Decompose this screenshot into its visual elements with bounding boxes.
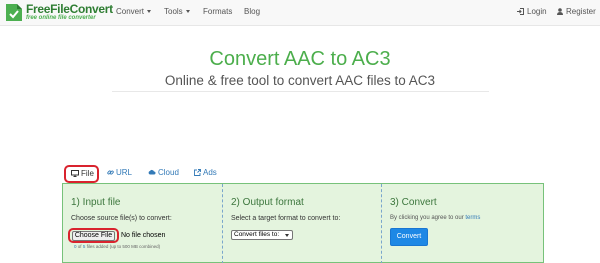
monitor-icon [71, 170, 79, 177]
user-icon [557, 8, 563, 15]
page-subtitle: Online & free tool to convert AAC files … [164, 73, 436, 88]
files-of: of [77, 244, 82, 249]
nav-tools-label: Tools [164, 7, 183, 16]
tab-file-label: File [81, 169, 94, 178]
logo-icon [6, 4, 22, 21]
tab-ads[interactable]: Ads [194, 168, 217, 177]
output-format-select[interactable]: Convert files to: [231, 230, 293, 240]
navbar: FreeFileConvert free online file convert… [0, 0, 600, 26]
terms-agreement: By clicking you agree to our terms [390, 215, 480, 221]
tab-url[interactable]: URL [107, 168, 132, 177]
link-icon [107, 170, 114, 175]
nav-convert[interactable]: Convert [116, 7, 152, 16]
converter-panel: 1) Input file Choose source file(s) to c… [62, 183, 544, 263]
files-count: 0 [74, 244, 77, 249]
output-format-instruction: Select a target format to convert to: [231, 215, 341, 222]
tab-ads-label: Ads [203, 168, 217, 177]
terms-agreement-text: By clicking you agree to our [390, 215, 464, 221]
logo[interactable]: FreeFileConvert free online file convert… [4, 2, 114, 24]
input-file-instruction: Choose source file(s) to convert: [71, 215, 172, 222]
terms-link[interactable]: terms [465, 215, 480, 221]
nav-convert-label: Convert [116, 7, 145, 16]
hero: Convert AAC to AC3 Online & free tool to… [0, 26, 600, 100]
chevron-down-icon [285, 234, 289, 237]
choose-file-button[interactable]: Choose File [72, 231, 115, 241]
files-added-note: 0 of 5 files added (up to 500 MB combine… [74, 244, 160, 249]
cloud-icon [148, 169, 156, 175]
input-file-section: 1) Input file Choose source file(s) to c… [63, 184, 222, 263]
nav-login-label: Login [527, 7, 547, 16]
page-title: Convert AAC to AC3 [209, 48, 391, 70]
choose-file-highlight: Choose File [68, 228, 119, 243]
file-status: No file chosen [121, 232, 166, 239]
output-format-section: 2) Output format Select a target format … [222, 184, 381, 263]
login-icon [517, 8, 524, 15]
divider [112, 91, 489, 92]
logo-tagline: free online file converter [26, 15, 96, 21]
tab-cloud-label: Cloud [158, 168, 179, 177]
nav-register-label: Register [566, 7, 596, 16]
nav-tools[interactable]: Tools [164, 7, 190, 16]
output-format-select-value: Convert files to: [234, 231, 280, 238]
nav-register[interactable]: Register [557, 7, 596, 16]
nav-login[interactable]: Login [517, 7, 547, 16]
convert-section: 3) Convert By clicking you agree to our … [381, 184, 545, 263]
convert-button[interactable]: Convert [390, 228, 428, 246]
input-file-heading: 1) Input file [71, 197, 121, 208]
tab-url-label: URL [116, 168, 133, 177]
nav-blog[interactable]: Blog [244, 7, 260, 16]
output-format-heading: 2) Output format [231, 197, 304, 208]
files-note-text: files added (up to 500 MB combined) [86, 244, 161, 249]
convert-heading: 3) Convert [390, 197, 437, 208]
tab-file[interactable]: File [64, 165, 99, 183]
files-max: 5 [82, 244, 86, 249]
external-link-icon [194, 169, 201, 176]
tab-cloud[interactable]: Cloud [148, 168, 179, 177]
nav-formats[interactable]: Formats [203, 7, 232, 16]
chevron-down-icon [147, 10, 152, 14]
chevron-down-icon [185, 10, 190, 14]
logo-title: FreeFileConvert [26, 2, 113, 16]
